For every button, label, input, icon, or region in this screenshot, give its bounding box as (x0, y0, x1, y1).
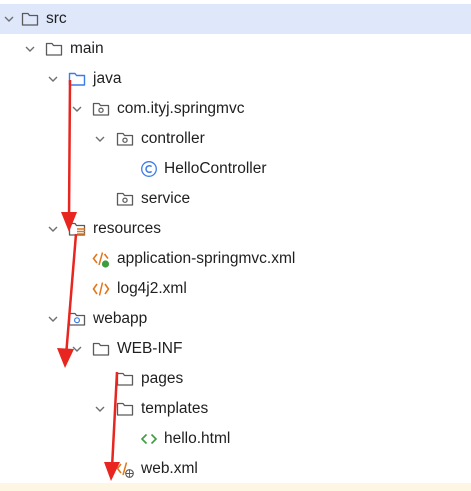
tree-row-controller[interactable]: controller (0, 124, 471, 154)
tree-item-label: webapp (93, 310, 148, 327)
tree-row-resources[interactable]: resources (0, 214, 471, 244)
class-icon (140, 160, 158, 178)
folder-icon (45, 40, 63, 58)
chevron-down-icon[interactable] (71, 103, 83, 115)
tree-row-service[interactable]: service (0, 184, 471, 214)
tree-row-log4j2-xml[interactable]: log4j2.xml (0, 274, 471, 304)
chevron-down-icon[interactable] (94, 403, 106, 415)
tree-item-label: com.ityj.springmvc (117, 100, 245, 117)
tree-item-label: resources (93, 220, 162, 237)
tree-item-label: main (70, 40, 104, 57)
tree-item-label: HelloController (164, 160, 267, 177)
web-folder-icon (68, 310, 86, 328)
chevron-down-icon[interactable] (24, 43, 36, 55)
tree-item-label: java (93, 70, 122, 87)
resources-folder-icon (68, 220, 86, 238)
package-icon (92, 100, 110, 118)
tree-row-web-inf[interactable]: WEB-INF (0, 334, 471, 364)
chevron-down-icon[interactable] (3, 13, 15, 25)
tree-row-src[interactable]: src (0, 4, 471, 34)
html-icon (140, 430, 158, 448)
tree-row-next[interactable] (0, 483, 471, 491)
tree-item-label: controller (141, 130, 205, 147)
source-folder-icon (68, 70, 86, 88)
chevron-down-icon[interactable] (47, 73, 59, 85)
tree-item-label: web.xml (141, 460, 198, 477)
package-icon (116, 190, 134, 208)
chevron-down-icon[interactable] (71, 343, 83, 355)
tree-item-label: templates (141, 400, 209, 417)
tree-row-hello-controller[interactable]: HelloController (0, 154, 471, 184)
tree-item-label: src (46, 10, 67, 27)
tree-row-pages[interactable]: pages (0, 364, 471, 394)
project-tree: src main java com.ityj.springmvc control… (0, 0, 471, 491)
chevron-down-icon[interactable] (47, 223, 59, 235)
tree-item-label: service (141, 190, 191, 207)
chevron-down-icon[interactable] (94, 133, 106, 145)
tree-row-webapp[interactable]: webapp (0, 304, 471, 334)
tree-row-java[interactable]: java (0, 64, 471, 94)
tree-item-label: log4j2.xml (117, 280, 187, 297)
tree-item-label: hello.html (164, 430, 231, 447)
folder-icon (92, 340, 110, 358)
tree-row-templates[interactable]: templates (0, 394, 471, 424)
xml-icon (92, 280, 110, 298)
tree-row-web-xml[interactable]: web.xml (0, 454, 471, 484)
tree-row-application-springmvc-xml[interactable]: application-springmvc.xml (0, 244, 471, 274)
folder-icon (21, 10, 39, 28)
package-icon (116, 130, 134, 148)
folder-icon (116, 400, 134, 418)
folder-icon (116, 370, 134, 388)
tree-row-package-root[interactable]: com.ityj.springmvc (0, 94, 471, 124)
chevron-down-icon[interactable] (47, 313, 59, 325)
tree-item-label: pages (141, 370, 184, 387)
tree-row-main[interactable]: main (0, 34, 471, 64)
tree-item-label: WEB-INF (117, 340, 183, 357)
spring-xml-icon (92, 250, 110, 268)
tree-row-hello-html[interactable]: hello.html (0, 424, 471, 454)
web-xml-icon (116, 460, 134, 478)
tree-item-label: application-springmvc.xml (117, 250, 296, 267)
